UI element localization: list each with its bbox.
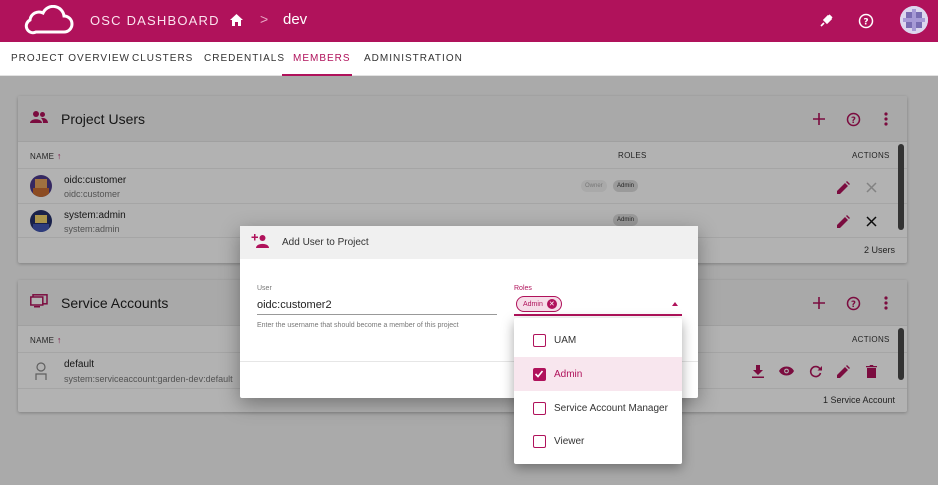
user-avatar[interactable] bbox=[900, 6, 928, 34]
role-option-label: Viewer bbox=[554, 435, 585, 447]
tab-credentials[interactable]: CREDENTIALS bbox=[204, 53, 285, 64]
checkbox-icon[interactable] bbox=[533, 434, 546, 448]
user-field-hint: Enter the username that should become a … bbox=[257, 322, 459, 329]
role-option-label: Service Account Manager bbox=[554, 402, 668, 414]
nav-tabs: PROJECT OVERVIEW CLUSTERS CREDENTIALS ME… bbox=[0, 42, 938, 76]
user-field-label: User bbox=[257, 285, 272, 292]
app-title[interactable]: OSC DASHBOARD bbox=[90, 13, 220, 28]
role-menu: UAM Admin Service Account Manager Viewer bbox=[514, 318, 682, 464]
roles-select[interactable]: Admin ✕ bbox=[514, 295, 682, 316]
selected-role-chip[interactable]: Admin ✕ bbox=[516, 296, 562, 312]
tab-administration[interactable]: ADMINISTRATION bbox=[364, 53, 463, 64]
breadcrumb-project[interactable]: dev bbox=[283, 11, 307, 28]
roles-field-label: Roles bbox=[514, 285, 532, 292]
role-option-label: Admin bbox=[554, 368, 583, 380]
remove-chip-icon[interactable]: ✕ bbox=[546, 299, 557, 309]
dialog-header: Add User to Project bbox=[240, 226, 698, 259]
svg-text:?: ? bbox=[863, 18, 868, 28]
breadcrumb-separator: > bbox=[260, 11, 269, 27]
tab-members[interactable]: MEMBERS bbox=[293, 53, 351, 64]
checkbox-checked-icon[interactable] bbox=[533, 367, 546, 381]
help-circle-icon[interactable]: ? bbox=[855, 10, 877, 32]
tab-project-overview[interactable]: PROJECT OVERVIEW bbox=[11, 53, 130, 64]
plug-icon[interactable] bbox=[815, 10, 837, 32]
role-option-admin[interactable]: Admin bbox=[514, 357, 682, 391]
dropdown-caret-icon[interactable] bbox=[672, 302, 678, 306]
selected-role-label: Admin bbox=[523, 300, 543, 308]
home-icon[interactable] bbox=[230, 13, 243, 31]
tab-clusters[interactable]: CLUSTERS bbox=[132, 53, 193, 64]
checkbox-icon[interactable] bbox=[533, 401, 546, 415]
role-option-label: UAM bbox=[554, 334, 577, 346]
person-add-icon bbox=[251, 234, 269, 253]
checkbox-icon[interactable] bbox=[533, 333, 546, 347]
app-header: OSC DASHBOARD > dev ? bbox=[0, 0, 938, 42]
dialog-title: Add User to Project bbox=[282, 237, 369, 248]
role-option-service-account-manager[interactable]: Service Account Manager bbox=[514, 391, 682, 425]
role-option-viewer[interactable]: Viewer bbox=[514, 424, 682, 458]
role-option-uam[interactable]: UAM bbox=[514, 323, 682, 357]
cloud-logo-icon[interactable] bbox=[24, 4, 74, 40]
user-input[interactable] bbox=[257, 295, 497, 315]
